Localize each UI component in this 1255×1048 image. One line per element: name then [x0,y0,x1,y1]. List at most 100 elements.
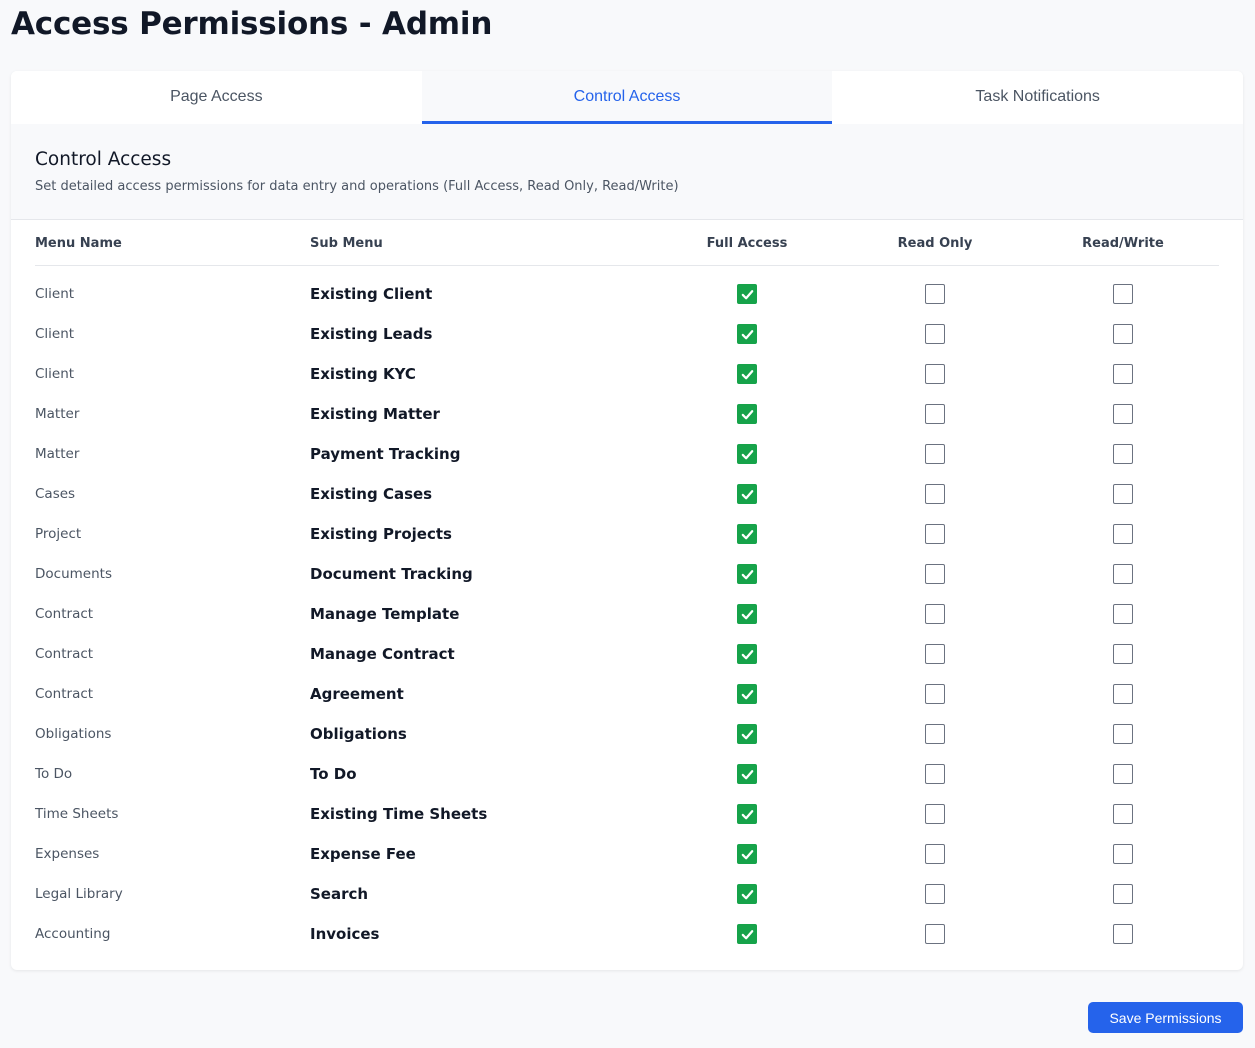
full-access-cell [653,884,841,904]
read-write-checkbox[interactable] [1113,804,1133,824]
tab-control-access[interactable]: Control Access [421,71,833,124]
full-access-checkbox[interactable] [737,924,757,944]
read-write-checkbox[interactable] [1113,924,1133,944]
tab-task-notifications[interactable]: Task Notifications [832,71,1243,124]
save-permissions-button[interactable]: Save Permissions [1088,1002,1243,1033]
table-row: Cases Existing Cases [35,474,1219,514]
read-only-cell [841,884,1029,904]
full-access-checkbox[interactable] [737,484,757,504]
menu-name-cell: Documents [35,566,112,582]
full-access-checkbox[interactable] [737,644,757,664]
tab-page-access[interactable]: Page Access [11,71,422,124]
read-only-checkbox[interactable] [925,644,945,664]
sub-menu-cell: Search [310,885,369,903]
read-write-checkbox[interactable] [1113,884,1133,904]
read-write-checkbox[interactable] [1113,644,1133,664]
full-access-checkbox[interactable] [737,724,757,744]
read-write-checkbox[interactable] [1113,604,1133,624]
menu-name-cell: Cases [35,486,76,502]
read-only-cell [841,564,1029,584]
full-access-cell [653,404,841,424]
table-row: Project Existing Projects [35,514,1219,554]
full-access-checkbox[interactable] [737,404,757,424]
table-row: Client Existing KYC [35,354,1219,394]
read-only-checkbox[interactable] [925,284,945,304]
sub-menu-cell: Existing Matter [310,405,440,423]
full-access-cell [653,484,841,504]
read-only-checkbox[interactable] [925,684,945,704]
read-only-cell [841,444,1029,464]
full-access-checkbox[interactable] [737,604,757,624]
read-only-checkbox[interactable] [925,724,945,744]
full-access-checkbox[interactable] [737,884,757,904]
full-access-checkbox[interactable] [737,444,757,464]
read-write-checkbox[interactable] [1113,724,1133,744]
full-access-checkbox[interactable] [737,524,757,544]
read-only-checkbox[interactable] [925,524,945,544]
sub-menu-cell: Existing Time Sheets [310,805,488,823]
read-write-checkbox[interactable] [1113,484,1133,504]
read-only-checkbox[interactable] [925,564,945,584]
full-access-checkbox[interactable] [737,284,757,304]
read-only-checkbox[interactable] [925,844,945,864]
checkmark-icon [741,929,753,939]
table-row: Documents Document Tracking [35,554,1219,594]
read-only-checkbox[interactable] [925,804,945,824]
menu-name-cell: Accounting [35,926,111,942]
read-write-checkbox[interactable] [1113,564,1133,584]
tab-bar: Page Access Control Access Task Notifica… [11,71,1243,124]
table-row: To Do To Do [35,754,1219,794]
read-only-checkbox[interactable] [925,444,945,464]
read-write-cell [1029,884,1217,904]
section-header: Control Access Set detailed access permi… [11,124,1243,220]
full-access-checkbox[interactable] [737,684,757,704]
checkmark-icon [741,889,753,899]
full-access-checkbox[interactable] [737,764,757,784]
full-access-cell [653,764,841,784]
permissions-table: Menu Name Sub Menu Full Access Read Only… [35,221,1219,954]
full-access-cell [653,804,841,824]
read-only-checkbox[interactable] [925,404,945,424]
read-only-cell [841,284,1029,304]
read-only-checkbox[interactable] [925,364,945,384]
read-only-checkbox[interactable] [925,924,945,944]
read-only-checkbox[interactable] [925,324,945,344]
sub-menu-cell: Manage Contract [310,645,455,663]
sub-menu-cell: Existing KYC [310,365,416,383]
menu-name-cell: Legal Library [35,886,123,902]
read-write-checkbox[interactable] [1113,324,1133,344]
read-write-cell [1029,484,1217,504]
read-only-cell [841,484,1029,504]
full-access-checkbox[interactable] [737,564,757,584]
read-write-checkbox[interactable] [1113,284,1133,304]
read-only-checkbox[interactable] [925,884,945,904]
read-only-checkbox[interactable] [925,764,945,784]
menu-name-cell: To Do [35,766,73,782]
full-access-cell [653,684,841,704]
sub-menu-cell: Existing Cases [310,485,433,503]
full-access-checkbox[interactable] [737,844,757,864]
read-only-cell [841,684,1029,704]
menu-name-cell: Expenses [35,846,100,862]
full-access-cell [653,924,841,944]
read-write-checkbox[interactable] [1113,684,1133,704]
read-write-checkbox[interactable] [1113,524,1133,544]
read-write-checkbox[interactable] [1113,404,1133,424]
read-write-checkbox[interactable] [1113,444,1133,464]
read-write-cell [1029,284,1217,304]
full-access-checkbox[interactable] [737,324,757,344]
full-access-checkbox[interactable] [737,364,757,384]
read-only-checkbox[interactable] [925,484,945,504]
read-only-cell [841,924,1029,944]
read-only-cell [841,604,1029,624]
read-write-checkbox[interactable] [1113,844,1133,864]
read-write-checkbox[interactable] [1113,764,1133,784]
full-access-checkbox[interactable] [737,804,757,824]
read-only-checkbox[interactable] [925,604,945,624]
table-body: Client Existing Client Client Existing Lead… [35,274,1219,954]
checkmark-icon [741,689,753,699]
menu-name-cell: Contract [35,646,94,662]
read-write-checkbox[interactable] [1113,364,1133,384]
read-only-cell [841,364,1029,384]
table-row: Time Sheets Existing Time Sheets [35,794,1219,834]
